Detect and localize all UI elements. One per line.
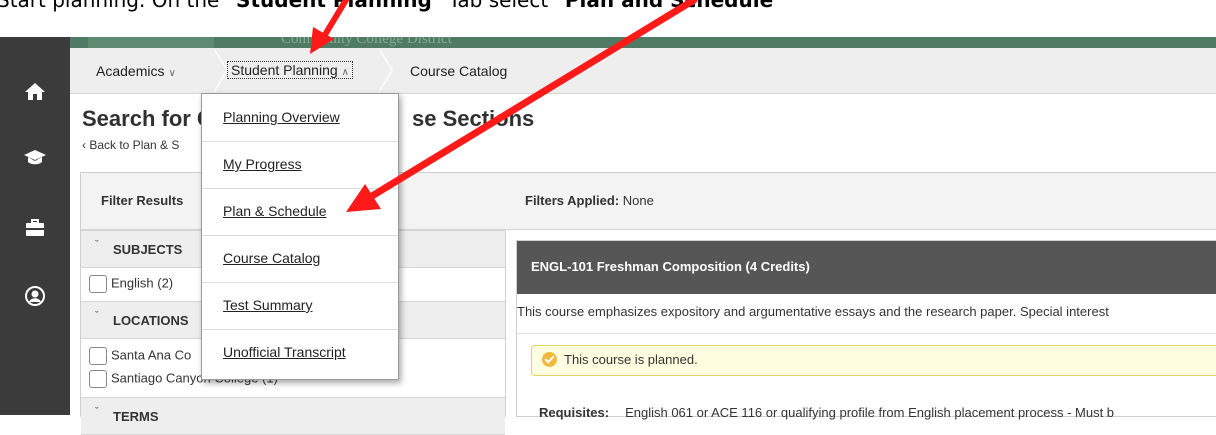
filter-group-label: LOCATIONS [113, 313, 189, 328]
chevron-down-icon: ˇ [95, 239, 99, 251]
filters-applied: Filters Applied: None [525, 193, 654, 208]
logo [88, 37, 214, 48]
filter-group-terms[interactable]: ˇ TERMS [81, 397, 505, 435]
filters-applied-label: Filters Applied: [525, 193, 620, 208]
menu-item-test-summary[interactable]: Test Summary [202, 282, 398, 330]
breadcrumb-label: Student Planning [231, 62, 338, 78]
briefcase-icon[interactable] [22, 215, 48, 241]
breadcrumb-student-planning[interactable]: Student Planning ∧ [227, 61, 353, 79]
chevron-down-icon: ∨ [168, 68, 176, 79]
menu-item-planning-overview[interactable]: Planning Overview [202, 94, 398, 142]
breadcrumb-academics[interactable]: Academics ∨ [96, 63, 176, 79]
instruction-bold: Plan and Schedule [564, 0, 774, 12]
course-header[interactable]: ENGL-101 Freshman Composition (4 Credits… [517, 241, 1216, 294]
course-description: This course emphasizes expository and ar… [517, 304, 1109, 319]
menu-item-label: Plan & Schedule [223, 203, 327, 219]
filters-applied-bar: Filters Applied: None [505, 172, 1216, 230]
instruction-bold: Student Planning [236, 0, 432, 12]
requisites-value: English 061 or ACE 116 or qualifying pro… [625, 405, 1115, 420]
page-title-end: se Sections [412, 106, 535, 131]
filter-header-label: Filter Results [101, 193, 184, 208]
org-name: Community College District [281, 37, 452, 47]
planned-notice-text: This course is planned. [564, 352, 698, 367]
menu-item-label: My Progress [223, 156, 302, 172]
home-icon[interactable] [22, 78, 48, 104]
menu-item-label: Unofficial Transcript [223, 344, 346, 360]
filter-option-label: Santa Ana Co [111, 347, 192, 363]
checkbox[interactable] [89, 347, 107, 365]
menu-item-plan-schedule[interactable]: Plan & Schedule [202, 188, 398, 236]
planned-notice: This course is planned. [531, 345, 1216, 376]
back-to-plan-link[interactable]: ‹ Back to Plan & S [82, 138, 179, 152]
page-title: Search for C se Sections [82, 106, 534, 132]
chevron-up-icon: ∧ [341, 67, 349, 78]
breadcrumb-label: Academics [96, 63, 165, 79]
checkbox[interactable] [89, 275, 107, 293]
graduation-cap-icon[interactable] [22, 144, 48, 170]
page-title-start: Search for C [82, 106, 213, 131]
menu-item-unofficial-transcript[interactable]: Unofficial Transcript [202, 329, 398, 376]
menu-item-label: Planning Overview [223, 109, 340, 125]
breadcrumb: Academics ∨ Student Planning ∧ Course Cata… [70, 48, 1216, 94]
course-card: ENGL-101 Freshman Composition (4 Credits… [516, 240, 1216, 420]
checkbox[interactable] [89, 370, 107, 388]
requisites: Requisites: English 061 or ACE 116 or qua… [539, 405, 1114, 420]
chevron-down-icon: ˇ [95, 310, 99, 322]
filter-option-label: English (2) [111, 275, 174, 291]
instruction-text: Start planning. On the “Student Planning… [0, 0, 1216, 37]
header-banner: Community College District [70, 37, 1216, 48]
filters-applied-value: None [622, 193, 654, 208]
course-title: ENGL-101 Freshman Composition (4 Credits… [531, 259, 810, 274]
breadcrumb-separator [213, 48, 226, 93]
divider [517, 333, 1216, 334]
menu-item-label: Course Catalog [223, 250, 321, 266]
instruction-part: Start planning. On the “ [0, 0, 237, 12]
filter-group-label: TERMS [113, 409, 159, 424]
menu-item-course-catalog[interactable]: Course Catalog [202, 235, 398, 283]
breadcrumb-separator [378, 48, 391, 93]
nav-rail [0, 37, 70, 415]
menu-item-label: Test Summary [223, 297, 313, 313]
chevron-down-icon: ˇ [95, 406, 99, 418]
menu-item-my-progress[interactable]: My Progress [202, 141, 398, 189]
instruction-part: ” Tab select “ [431, 0, 565, 12]
check-circle-icon [542, 352, 557, 367]
filter-group-label: SUBJECTS [113, 242, 183, 257]
student-planning-menu: Planning Overview My Progress Plan & Sch… [201, 93, 399, 380]
instruction-part: ” [773, 0, 784, 12]
user-icon[interactable] [22, 283, 48, 309]
breadcrumb-course-catalog[interactable]: Course Catalog [410, 63, 507, 79]
filter-option-english[interactable]: English (2) [89, 275, 173, 293]
filter-option-santa-ana[interactable]: Santa Ana Co [89, 347, 191, 365]
requisites-label: Requisites: [539, 405, 610, 420]
